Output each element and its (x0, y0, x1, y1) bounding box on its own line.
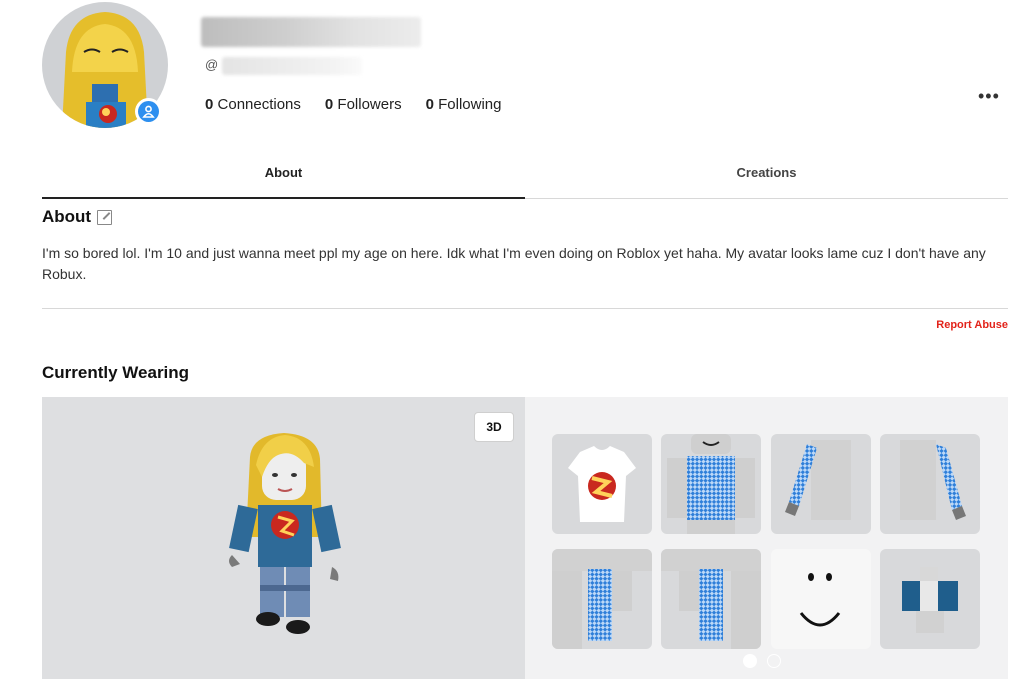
divider (42, 308, 1008, 309)
tshirt-item[interactable] (552, 434, 652, 534)
profile-avatar[interactable] (42, 2, 168, 128)
stat-followers[interactable]: 0 Followers (325, 96, 402, 113)
left-leg-item[interactable] (552, 549, 652, 649)
stat-label: Connections (217, 96, 301, 113)
edit-icon[interactable] (97, 209, 113, 225)
report-abuse-link[interactable]: Report Abuse (936, 319, 1008, 331)
username-redacted (222, 57, 362, 75)
about-title: About (42, 207, 92, 226)
profile-tabs: About Creations (42, 160, 1008, 199)
profile-stats: 0 Connections 0 Followers 0 Following (205, 96, 502, 113)
page-dot-2[interactable] (767, 654, 781, 668)
about-heading: About (42, 207, 113, 227)
right-leg-item[interactable] (661, 549, 761, 649)
torso-item[interactable] (880, 549, 980, 649)
ellipsis-icon[interactable]: ••• (978, 86, 1000, 107)
stat-count: 0 (324, 96, 334, 113)
about-description: I'm so bored lol. I'm 10 and just wanna … (42, 245, 986, 282)
page-dot-1[interactable] (743, 654, 757, 668)
right-arm-item[interactable] (771, 434, 871, 534)
stat-connections[interactable]: 0 Connections (205, 96, 301, 113)
left-arm-item[interactable] (880, 434, 980, 534)
tab-creations[interactable]: Creations (525, 160, 1008, 198)
shirt-item[interactable] (661, 434, 761, 534)
stat-count: 0 (425, 96, 434, 113)
wearing-items-panel (525, 397, 1008, 679)
currently-wearing-title: Currently Wearing (42, 363, 190, 382)
avatar-full-body (229, 433, 341, 634)
stat-label: Followers (337, 96, 402, 113)
carousel-pagination (743, 654, 781, 668)
display-name-redacted (201, 17, 421, 47)
stat-following[interactable]: 0 Following (426, 96, 502, 113)
stat-count: 0 (205, 96, 214, 113)
stat-label: Following (438, 96, 502, 113)
toggle-3d-button[interactable]: 3D (474, 412, 514, 442)
face-item[interactable] (771, 549, 871, 649)
tab-about[interactable]: About (42, 160, 525, 199)
person-icon (138, 101, 159, 122)
online-badge (135, 98, 162, 125)
avatar-preview[interactable]: 3D (42, 397, 525, 679)
username-prefix: @ (205, 57, 219, 72)
